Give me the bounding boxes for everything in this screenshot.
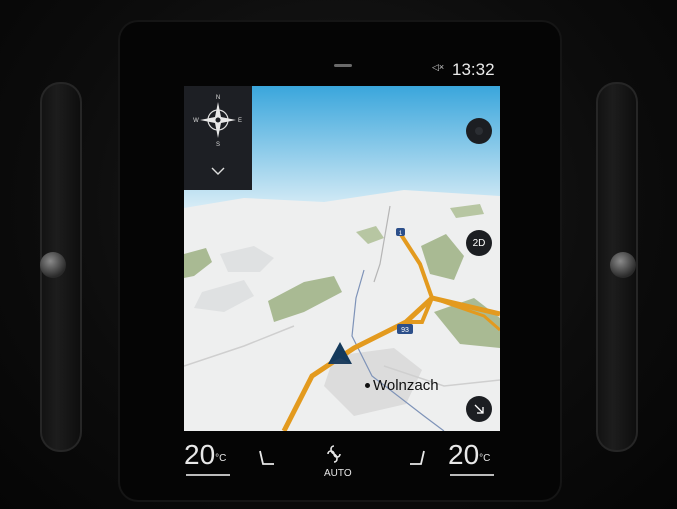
- speaker-muted-icon: ◁×: [432, 62, 445, 72]
- compass-east: E: [238, 118, 242, 124]
- collapse-arrow-shape: [474, 404, 484, 414]
- fan-icon[interactable]: [322, 442, 346, 466]
- place-label[interactable]: Wolnzach: [373, 377, 439, 394]
- right-seat-heat-icon[interactable]: [406, 448, 428, 470]
- search-icon: [475, 127, 483, 135]
- right-temperature-slider[interactable]: [450, 474, 494, 476]
- compass-rose-icon: N S E W: [193, 95, 242, 175]
- right-temperature[interactable]: 20°C: [448, 440, 490, 470]
- compass-west: W: [193, 118, 199, 124]
- compass-center: [215, 117, 221, 123]
- left-temperature[interactable]: 20°C: [184, 440, 226, 470]
- right-temperature-value: 20: [448, 439, 480, 470]
- fan-mode-label[interactable]: AUTO: [324, 468, 352, 479]
- seat-shape: [259, 450, 274, 465]
- right-temperature-unit: °C: [479, 453, 491, 464]
- left-vent-knob[interactable]: [40, 252, 66, 278]
- compass-south: S: [216, 142, 220, 148]
- compass-north: N: [216, 95, 220, 101]
- collapse-arrow-icon: [474, 404, 484, 414]
- climate-bar: 20°C AUTO 20°C: [176, 434, 506, 490]
- seat-shape: [410, 450, 425, 465]
- chevron-down-icon: [211, 167, 225, 175]
- right-vent-knob[interactable]: [610, 252, 636, 278]
- road-shield-label: 93: [401, 327, 409, 334]
- left-temperature-slider[interactable]: [186, 474, 230, 476]
- view-mode-button[interactable]: 2D: [466, 230, 492, 256]
- fan-shape: [327, 445, 341, 463]
- clock: 13:32: [452, 60, 495, 79]
- navigation-map[interactable]: 1 93 N S E W 2D Wolnzach: [184, 86, 500, 431]
- search-button[interactable]: [466, 118, 492, 144]
- pull-down-handle[interactable]: [334, 64, 352, 67]
- minimize-map-button[interactable]: [466, 396, 492, 422]
- left-temperature-value: 20: [184, 439, 216, 470]
- place-marker-icon: [365, 383, 370, 388]
- left-temperature-unit: °C: [215, 453, 227, 464]
- status-bar: ◁× 13:32: [184, 56, 502, 86]
- left-seat-heat-icon[interactable]: [256, 448, 278, 470]
- compass-panel[interactable]: N S E W: [184, 86, 252, 190]
